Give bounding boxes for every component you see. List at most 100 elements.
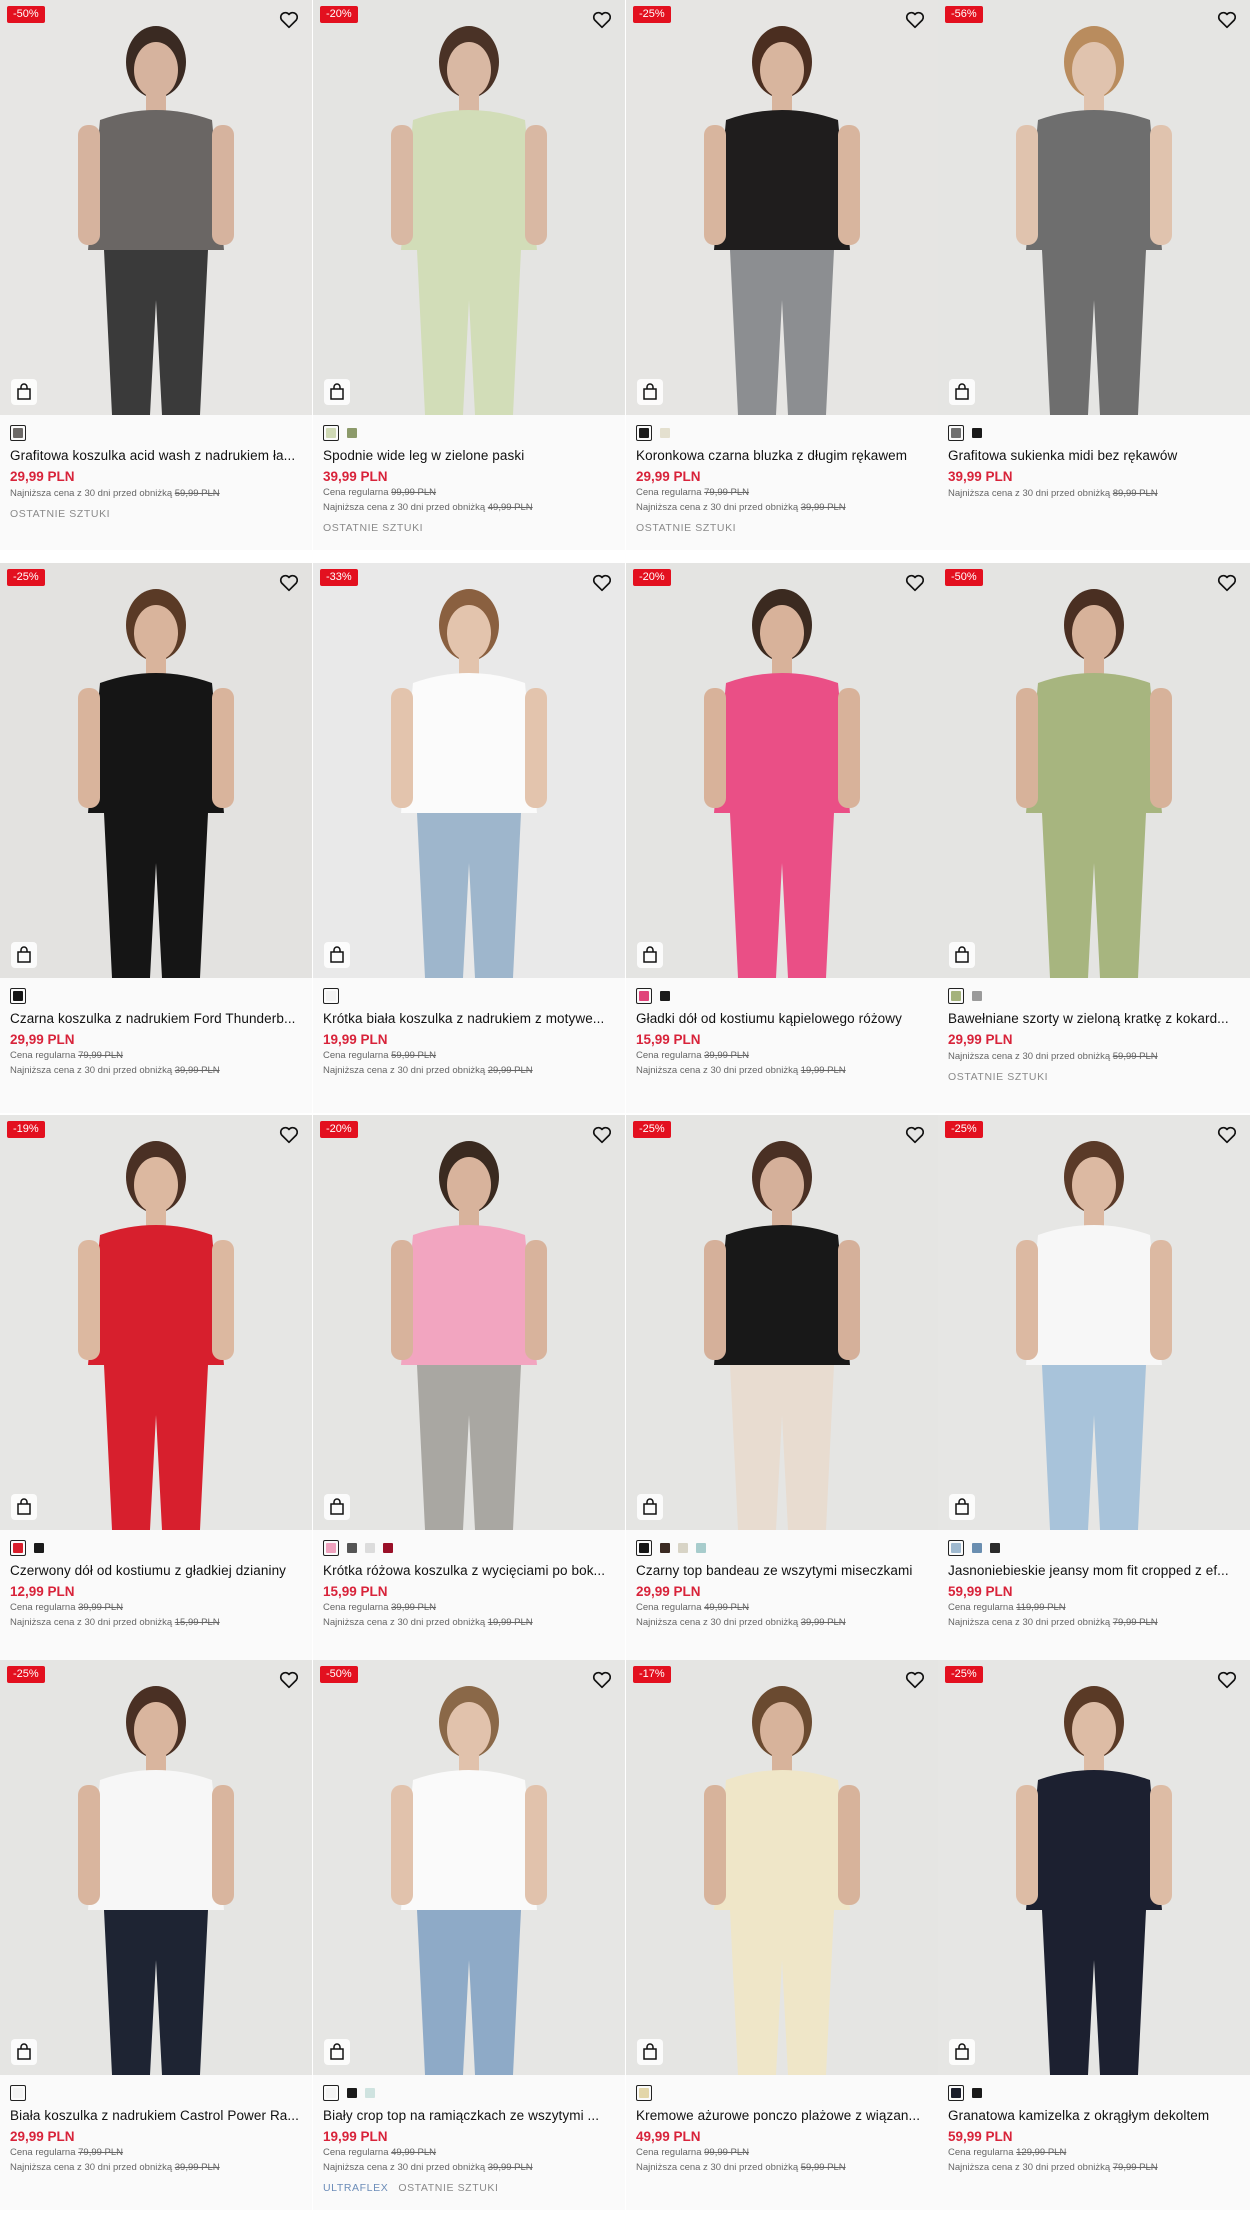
favorite-heart-icon[interactable] bbox=[1216, 1124, 1238, 1146]
product-photo[interactable]: -50% bbox=[0, 0, 312, 415]
product-photo[interactable]: -25% bbox=[938, 1660, 1250, 2075]
add-to-bag-icon[interactable] bbox=[11, 379, 37, 405]
color-swatch[interactable] bbox=[365, 1543, 375, 1553]
favorite-heart-icon[interactable] bbox=[591, 1124, 613, 1146]
product-card[interactable]: -20% Spodnie wide leg w zielone paski 39,9… bbox=[313, 0, 625, 550]
color-swatch-selected[interactable] bbox=[323, 425, 339, 441]
product-photo[interactable]: -17% bbox=[626, 1660, 938, 2075]
product-photo[interactable]: -50% bbox=[938, 563, 1250, 978]
favorite-heart-icon[interactable] bbox=[1216, 572, 1238, 594]
color-swatch[interactable] bbox=[972, 2088, 982, 2098]
color-swatch[interactable] bbox=[696, 1543, 706, 1553]
color-swatch-selected[interactable] bbox=[10, 2085, 26, 2101]
color-swatch[interactable] bbox=[660, 428, 670, 438]
product-name[interactable]: Spodnie wide leg w zielone paski bbox=[323, 448, 615, 463]
add-to-bag-icon[interactable] bbox=[637, 2039, 663, 2065]
product-card[interactable]: -25% Koronkowa czarna bluzka z długim ręk… bbox=[626, 0, 938, 550]
color-swatch[interactable] bbox=[383, 1543, 393, 1553]
color-swatch[interactable] bbox=[990, 1543, 1000, 1553]
product-name[interactable]: Jasnoniebieskie jeansy mom fit cropped z… bbox=[948, 1563, 1240, 1578]
color-swatch[interactable] bbox=[660, 1543, 670, 1553]
product-name[interactable]: Grafitowa sukienka midi bez rękawów bbox=[948, 448, 1240, 463]
product-name[interactable]: Bawełniane szorty w zieloną kratkę z kok… bbox=[948, 1011, 1240, 1026]
color-swatch[interactable] bbox=[972, 991, 982, 1001]
add-to-bag-icon[interactable] bbox=[949, 942, 975, 968]
color-swatch-selected[interactable] bbox=[10, 425, 26, 441]
favorite-heart-icon[interactable] bbox=[1216, 1669, 1238, 1691]
color-swatch-selected[interactable] bbox=[636, 1540, 652, 1556]
favorite-heart-icon[interactable] bbox=[591, 572, 613, 594]
product-name[interactable]: Krótka różowa koszulka z wycięciami po b… bbox=[323, 1563, 615, 1578]
add-to-bag-icon[interactable] bbox=[11, 1494, 37, 1520]
favorite-heart-icon[interactable] bbox=[1216, 9, 1238, 31]
add-to-bag-icon[interactable] bbox=[324, 942, 350, 968]
product-card[interactable]: -25% Biała koszulka z nadrukiem Castrol P… bbox=[0, 1660, 312, 2210]
color-swatch-selected[interactable] bbox=[323, 988, 339, 1004]
product-photo[interactable]: -19% bbox=[0, 1115, 312, 1530]
product-photo[interactable]: -25% bbox=[626, 0, 938, 415]
product-photo[interactable]: -25% bbox=[626, 1115, 938, 1530]
product-name[interactable]: Biały crop top na ramiączkach ze wszytym… bbox=[323, 2108, 615, 2123]
product-card[interactable]: -25% Czarna koszulka z nadrukiem Ford Thu… bbox=[0, 563, 312, 1113]
favorite-heart-icon[interactable] bbox=[591, 1669, 613, 1691]
favorite-heart-icon[interactable] bbox=[591, 9, 613, 31]
color-swatch[interactable] bbox=[678, 1543, 688, 1553]
product-card[interactable]: -50% Grafitowa koszulka acid wash z nadru… bbox=[0, 0, 312, 550]
color-swatch-selected[interactable] bbox=[948, 425, 964, 441]
color-swatch[interactable] bbox=[34, 1543, 44, 1553]
color-swatch-selected[interactable] bbox=[636, 2085, 652, 2101]
add-to-bag-icon[interactable] bbox=[637, 1494, 663, 1520]
color-swatch-selected[interactable] bbox=[323, 2085, 339, 2101]
product-name[interactable]: Krótka biała koszulka z nadrukiem z moty… bbox=[323, 1011, 615, 1026]
favorite-heart-icon[interactable] bbox=[904, 9, 926, 31]
add-to-bag-icon[interactable] bbox=[949, 2039, 975, 2065]
product-name[interactable]: Czarna koszulka z nadrukiem Ford Thunder… bbox=[10, 1011, 302, 1026]
add-to-bag-icon[interactable] bbox=[11, 2039, 37, 2065]
add-to-bag-icon[interactable] bbox=[637, 379, 663, 405]
product-card[interactable]: -33% Krótka biała koszulka z nadrukiem z … bbox=[313, 563, 625, 1113]
product-photo[interactable]: -20% bbox=[313, 1115, 625, 1530]
add-to-bag-icon[interactable] bbox=[949, 1494, 975, 1520]
product-name[interactable]: Granatowa kamizelka z okrągłym dekoltem bbox=[948, 2108, 1240, 2123]
add-to-bag-icon[interactable] bbox=[324, 2039, 350, 2065]
product-photo[interactable]: -20% bbox=[626, 563, 938, 978]
product-card[interactable]: -25% Czarny top bandeau ze wszytymi misec… bbox=[626, 1115, 938, 1665]
product-card[interactable]: -50% Biały crop top na ramiączkach ze wsz… bbox=[313, 1660, 625, 2210]
add-to-bag-icon[interactable] bbox=[324, 379, 350, 405]
color-swatch[interactable] bbox=[972, 428, 982, 438]
product-card[interactable]: -17% Kremowe ażurowe ponczo plażowe z wią… bbox=[626, 1660, 938, 2210]
color-swatch-selected[interactable] bbox=[636, 425, 652, 441]
add-to-bag-icon[interactable] bbox=[949, 379, 975, 405]
color-swatch[interactable] bbox=[365, 2088, 375, 2098]
color-swatch-selected[interactable] bbox=[10, 988, 26, 1004]
favorite-heart-icon[interactable] bbox=[278, 572, 300, 594]
product-card[interactable]: -19% Czerwony dół od kostiumu z gładkiej … bbox=[0, 1115, 312, 1665]
favorite-heart-icon[interactable] bbox=[278, 9, 300, 31]
product-card[interactable]: -50% Bawełniane szorty w zieloną kratkę z… bbox=[938, 563, 1250, 1113]
product-name[interactable]: Czerwony dół od kostiumu z gładkiej dzia… bbox=[10, 1563, 302, 1578]
product-photo[interactable]: -25% bbox=[0, 1660, 312, 2075]
add-to-bag-icon[interactable] bbox=[324, 1494, 350, 1520]
color-swatch[interactable] bbox=[972, 1543, 982, 1553]
product-name[interactable]: Czarny top bandeau ze wszytymi miseczkam… bbox=[636, 1563, 928, 1578]
product-photo[interactable]: -20% bbox=[313, 0, 625, 415]
product-photo[interactable]: -33% bbox=[313, 563, 625, 978]
product-photo[interactable]: -56% bbox=[938, 0, 1250, 415]
product-card[interactable]: -56% Grafitowa sukienka midi bez rękawów 3… bbox=[938, 0, 1250, 550]
favorite-heart-icon[interactable] bbox=[904, 572, 926, 594]
color-swatch-selected[interactable] bbox=[948, 1540, 964, 1556]
product-name[interactable]: Grafitowa koszulka acid wash z nadrukiem… bbox=[10, 448, 302, 463]
product-photo[interactable]: -50% bbox=[313, 1660, 625, 2075]
add-to-bag-icon[interactable] bbox=[637, 942, 663, 968]
add-to-bag-icon[interactable] bbox=[11, 942, 37, 968]
product-card[interactable]: -25% Jasnoniebieskie jeansy mom fit cropp… bbox=[938, 1115, 1250, 1665]
color-swatch-selected[interactable] bbox=[323, 1540, 339, 1556]
product-photo[interactable]: -25% bbox=[0, 563, 312, 978]
color-swatch[interactable] bbox=[347, 428, 357, 438]
favorite-heart-icon[interactable] bbox=[904, 1124, 926, 1146]
color-swatch[interactable] bbox=[347, 1543, 357, 1553]
color-swatch-selected[interactable] bbox=[10, 1540, 26, 1556]
product-name[interactable]: Koronkowa czarna bluzka z długim rękawem bbox=[636, 448, 928, 463]
color-swatch[interactable] bbox=[660, 991, 670, 1001]
product-card[interactable]: -25% Granatowa kamizelka z okrągłym dekol… bbox=[938, 1660, 1250, 2210]
